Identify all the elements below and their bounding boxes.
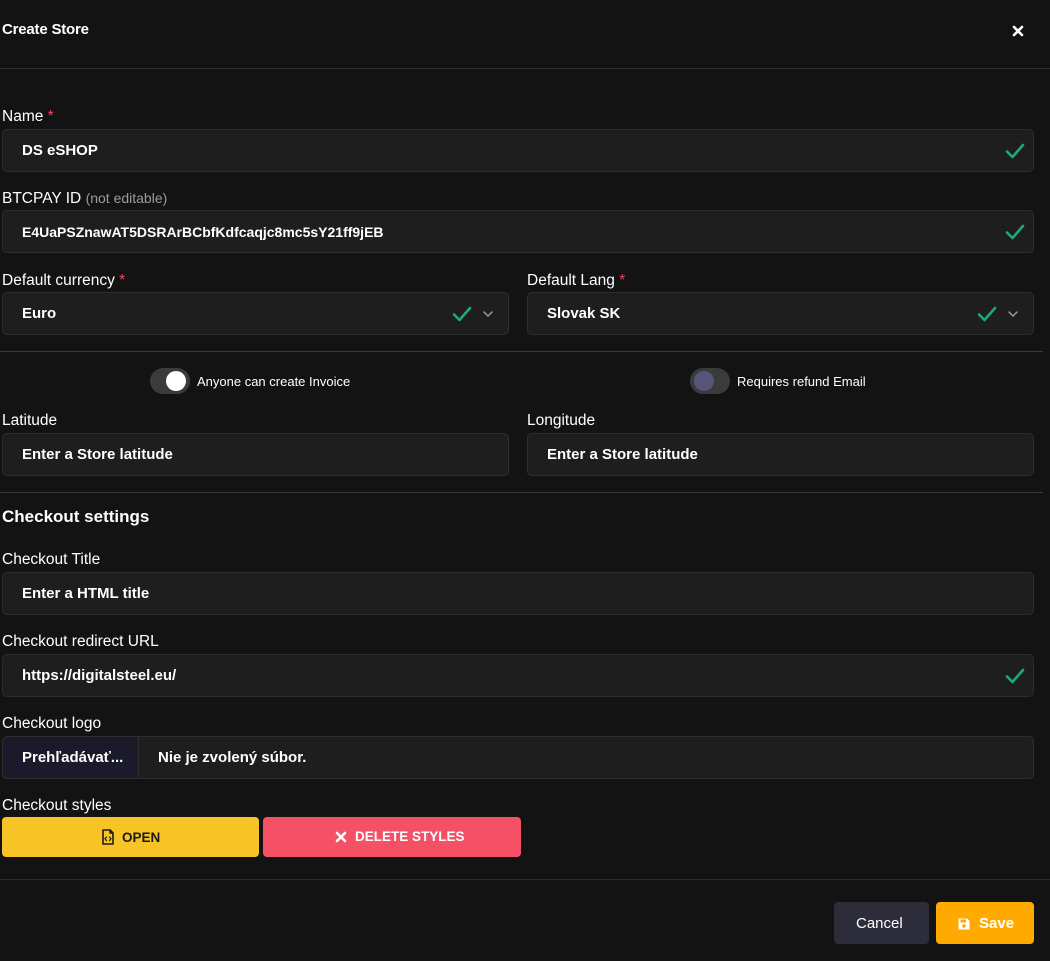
checkout-logo-file-input: Prehľadávať... Nie je zvolený súbor. — [2, 736, 1034, 779]
default-lang-select[interactable]: Slovak SK — [527, 292, 1034, 335]
longitude-label: Longitude — [527, 412, 596, 429]
toggle-knob — [166, 371, 186, 391]
divider — [0, 351, 1043, 352]
default-lang-label: Default Lang * — [527, 272, 626, 289]
checkout-redirect-url-label: Checkout redirect URL — [2, 633, 159, 650]
open-styles-button[interactable]: OPEN — [2, 817, 259, 857]
close-icon — [335, 831, 347, 842]
required-mark: * — [619, 272, 626, 289]
latitude-placeholder: Enter a Store latitude — [22, 446, 173, 463]
check-icon — [452, 306, 472, 322]
default-currency-select[interactable]: Euro — [2, 292, 509, 335]
latitude-input[interactable]: Enter a Store latitude — [2, 433, 509, 476]
create-invoice-toggle-label: Anyone can create Invoice — [197, 374, 351, 389]
checkout-redirect-url-input[interactable]: https://digitalsteel.eu/ — [2, 654, 1034, 697]
floppy-disk-icon — [958, 918, 970, 929]
open-styles-label: OPEN — [122, 829, 161, 845]
footer-divider — [0, 879, 1050, 880]
checkout-title-input[interactable]: Enter a HTML title — [2, 572, 1034, 615]
checkout-title-placeholder: Enter a HTML title — [22, 585, 150, 602]
required-mark: * — [47, 108, 54, 125]
longitude-placeholder: Enter a Store latitude — [547, 446, 698, 463]
browse-file-label: Prehľadávať... — [22, 749, 124, 766]
delete-styles-label: DELETE STYLES — [355, 829, 465, 844]
close-icon — [1012, 25, 1024, 37]
refund-email-toggle[interactable] — [690, 368, 730, 394]
name-value: DS eSHOP — [22, 142, 98, 159]
check-icon — [1005, 668, 1025, 684]
cancel-button[interactable]: Cancel — [834, 902, 929, 944]
file-status-text: Nie je zvolený súbor. — [158, 749, 307, 766]
close-button[interactable] — [1008, 21, 1028, 41]
checkout-logo-label: Checkout logo — [2, 715, 102, 732]
default-lang-value: Slovak SK — [547, 305, 621, 322]
btcpay-id-value: E4UaPSZnawAT5DSRArBCbfKdfcaqjc8mc5sY21ff… — [22, 224, 384, 240]
save-label: Save — [979, 915, 1015, 932]
name-field[interactable]: DS eSHOP — [2, 129, 1034, 172]
not-editable-hint: (not editable) — [85, 190, 168, 206]
chevron-down-icon — [483, 311, 493, 317]
toggle-knob — [694, 371, 714, 391]
dialog-header: Create Store — [0, 0, 1050, 69]
divider — [0, 492, 1043, 493]
checkout-styles-label: Checkout styles — [2, 797, 112, 814]
required-mark: * — [119, 272, 126, 289]
check-icon — [977, 306, 997, 322]
delete-styles-button[interactable]: DELETE STYLES — [263, 817, 521, 857]
latitude-label: Latitude — [2, 412, 58, 429]
browse-file-button[interactable]: Prehľadávať... — [3, 737, 139, 778]
chevron-down-icon — [1008, 311, 1018, 317]
checkout-title-label: Checkout Title — [2, 551, 101, 568]
default-currency-value: Euro — [22, 305, 57, 322]
longitude-input[interactable]: Enter a Store latitude — [527, 433, 1034, 476]
dialog-title: Create Store — [2, 21, 89, 38]
check-icon — [1005, 224, 1025, 240]
btcpay-id-label: BTCPAY ID (not editable) — [2, 190, 168, 207]
checkout-redirect-url-value: https://digitalsteel.eu/ — [22, 667, 177, 684]
cancel-label: Cancel — [856, 915, 903, 932]
check-icon — [1005, 143, 1025, 159]
btcpay-id-field: E4UaPSZnawAT5DSRArBCbfKdfcaqjc8mc5sY21ff… — [2, 210, 1034, 253]
create-invoice-toggle[interactable] — [150, 368, 190, 394]
default-currency-label: Default currency * — [2, 272, 126, 289]
name-label: Name * — [2, 108, 54, 125]
save-button[interactable]: Save — [936, 902, 1034, 944]
file-code-icon — [102, 829, 114, 845]
refund-email-toggle-label: Requires refund Email — [737, 374, 866, 389]
checkout-settings-heading: Checkout settings — [2, 507, 150, 526]
